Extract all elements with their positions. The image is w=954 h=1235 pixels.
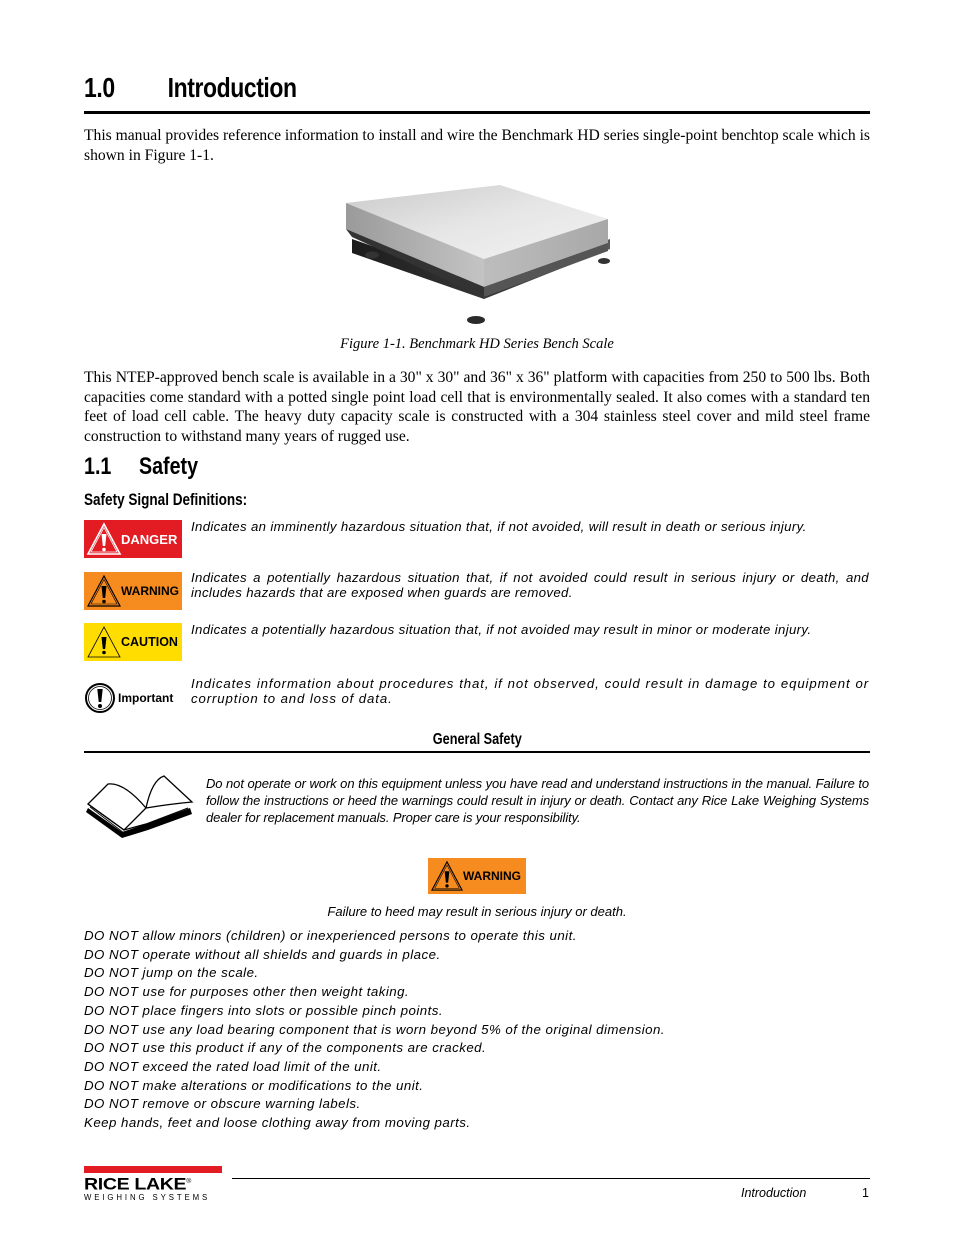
safety-rule: DO NOT jump on the scale. xyxy=(84,965,259,981)
safety-rule: DO NOT use any load bearing component th… xyxy=(84,1021,665,1037)
footer-section-name: Introduction xyxy=(741,1186,807,1200)
footer-rule xyxy=(232,1178,870,1179)
section-heading: 1.0 Introduction xyxy=(84,72,297,104)
safety-rule: DO NOT operate without all shields and g… xyxy=(84,946,441,962)
general-safety-text: Do not operate or work on this equipment… xyxy=(206,776,869,825)
warning-triangle-icon xyxy=(87,626,121,658)
danger-badge: DANGER xyxy=(84,520,182,558)
caution-definition: Indicates a potentially hazardous situat… xyxy=(191,622,812,637)
bench-scale-figure xyxy=(312,167,632,330)
important-badge: Important xyxy=(84,679,184,717)
subsection-heading: 1.1 Safety xyxy=(84,453,198,481)
important-definition: Indicates information about procedures t… xyxy=(191,676,869,706)
page-number: 1 xyxy=(862,1186,869,1200)
warning-badge-general: WARNING xyxy=(428,858,526,894)
figure-caption: Figure 1-1. Benchmark HD Series Bench Sc… xyxy=(340,336,614,352)
danger-definition: Indicates an imminently hazardous situat… xyxy=(191,519,807,534)
safety-rule: DO NOT make alterations or modifications… xyxy=(84,1077,424,1093)
safety-rule: DO NOT remove or obscure warning labels. xyxy=(84,1096,361,1112)
intro-paragraph: This manual provides reference informati… xyxy=(84,127,870,164)
general-safety-rule xyxy=(84,751,870,753)
warning-triangle-icon xyxy=(87,574,121,607)
safety-rule: DO NOT use for purposes other then weigh… xyxy=(84,984,410,1000)
safety-rules-list: DO NOT allow minors (children) or inexpe… xyxy=(84,927,870,1133)
exclamation-circle-icon xyxy=(85,683,115,713)
safety-rule: Keep hands, feet and loose clothing away… xyxy=(84,1115,471,1131)
warning-note: Failure to heed may result in serious in… xyxy=(327,904,627,919)
bench-scale-photo xyxy=(346,185,610,324)
danger-label: DANGER xyxy=(121,531,178,547)
caution-label: CAUTION xyxy=(121,635,178,649)
heading-rule xyxy=(84,111,870,114)
general-safety-heading: General Safety xyxy=(84,731,870,749)
logo-bar xyxy=(84,1166,222,1173)
logo-subtitle: WEIGHING SYSTEMS xyxy=(84,1192,211,1202)
definitions-heading: Safety Signal Definitions: xyxy=(84,491,248,509)
warning-badge: WARNING xyxy=(84,572,182,610)
subsection-number: 1.1 xyxy=(84,453,112,480)
safety-rule: DO NOT exceed the rated load limit of th… xyxy=(84,1058,382,1074)
registered-mark: ® xyxy=(186,1179,192,1185)
warning-definition: Indicates a potentially hazardous situat… xyxy=(191,570,869,600)
safety-rule: DO NOT allow minors (children) or inexpe… xyxy=(84,928,577,943)
subsection-title: Safety xyxy=(138,453,199,480)
description-paragraph: This NTEP-approved bench scale is availa… xyxy=(84,369,870,445)
safety-rule: DO NOT use this product if any of the co… xyxy=(84,1040,487,1056)
warning-label: WARNING xyxy=(121,584,179,598)
warning-label-general: WARNING xyxy=(463,869,521,883)
important-label: Important xyxy=(118,691,174,705)
section-number: 1.0 xyxy=(84,72,115,103)
general-safety-title: General Safety xyxy=(432,731,522,748)
warning-triangle-icon xyxy=(86,522,122,555)
rice-lake-logo: RICE LAKE® WEIGHING SYSTEMS xyxy=(84,1166,222,1202)
safety-rule: DO NOT place fingers into slots or possi… xyxy=(84,1002,443,1018)
section-title: Introduction xyxy=(167,72,297,103)
caution-badge: CAUTION xyxy=(84,623,182,661)
logo-name: RICE LAKE xyxy=(84,1174,187,1194)
open-book-icon xyxy=(84,774,196,838)
warning-triangle-icon xyxy=(431,860,463,891)
